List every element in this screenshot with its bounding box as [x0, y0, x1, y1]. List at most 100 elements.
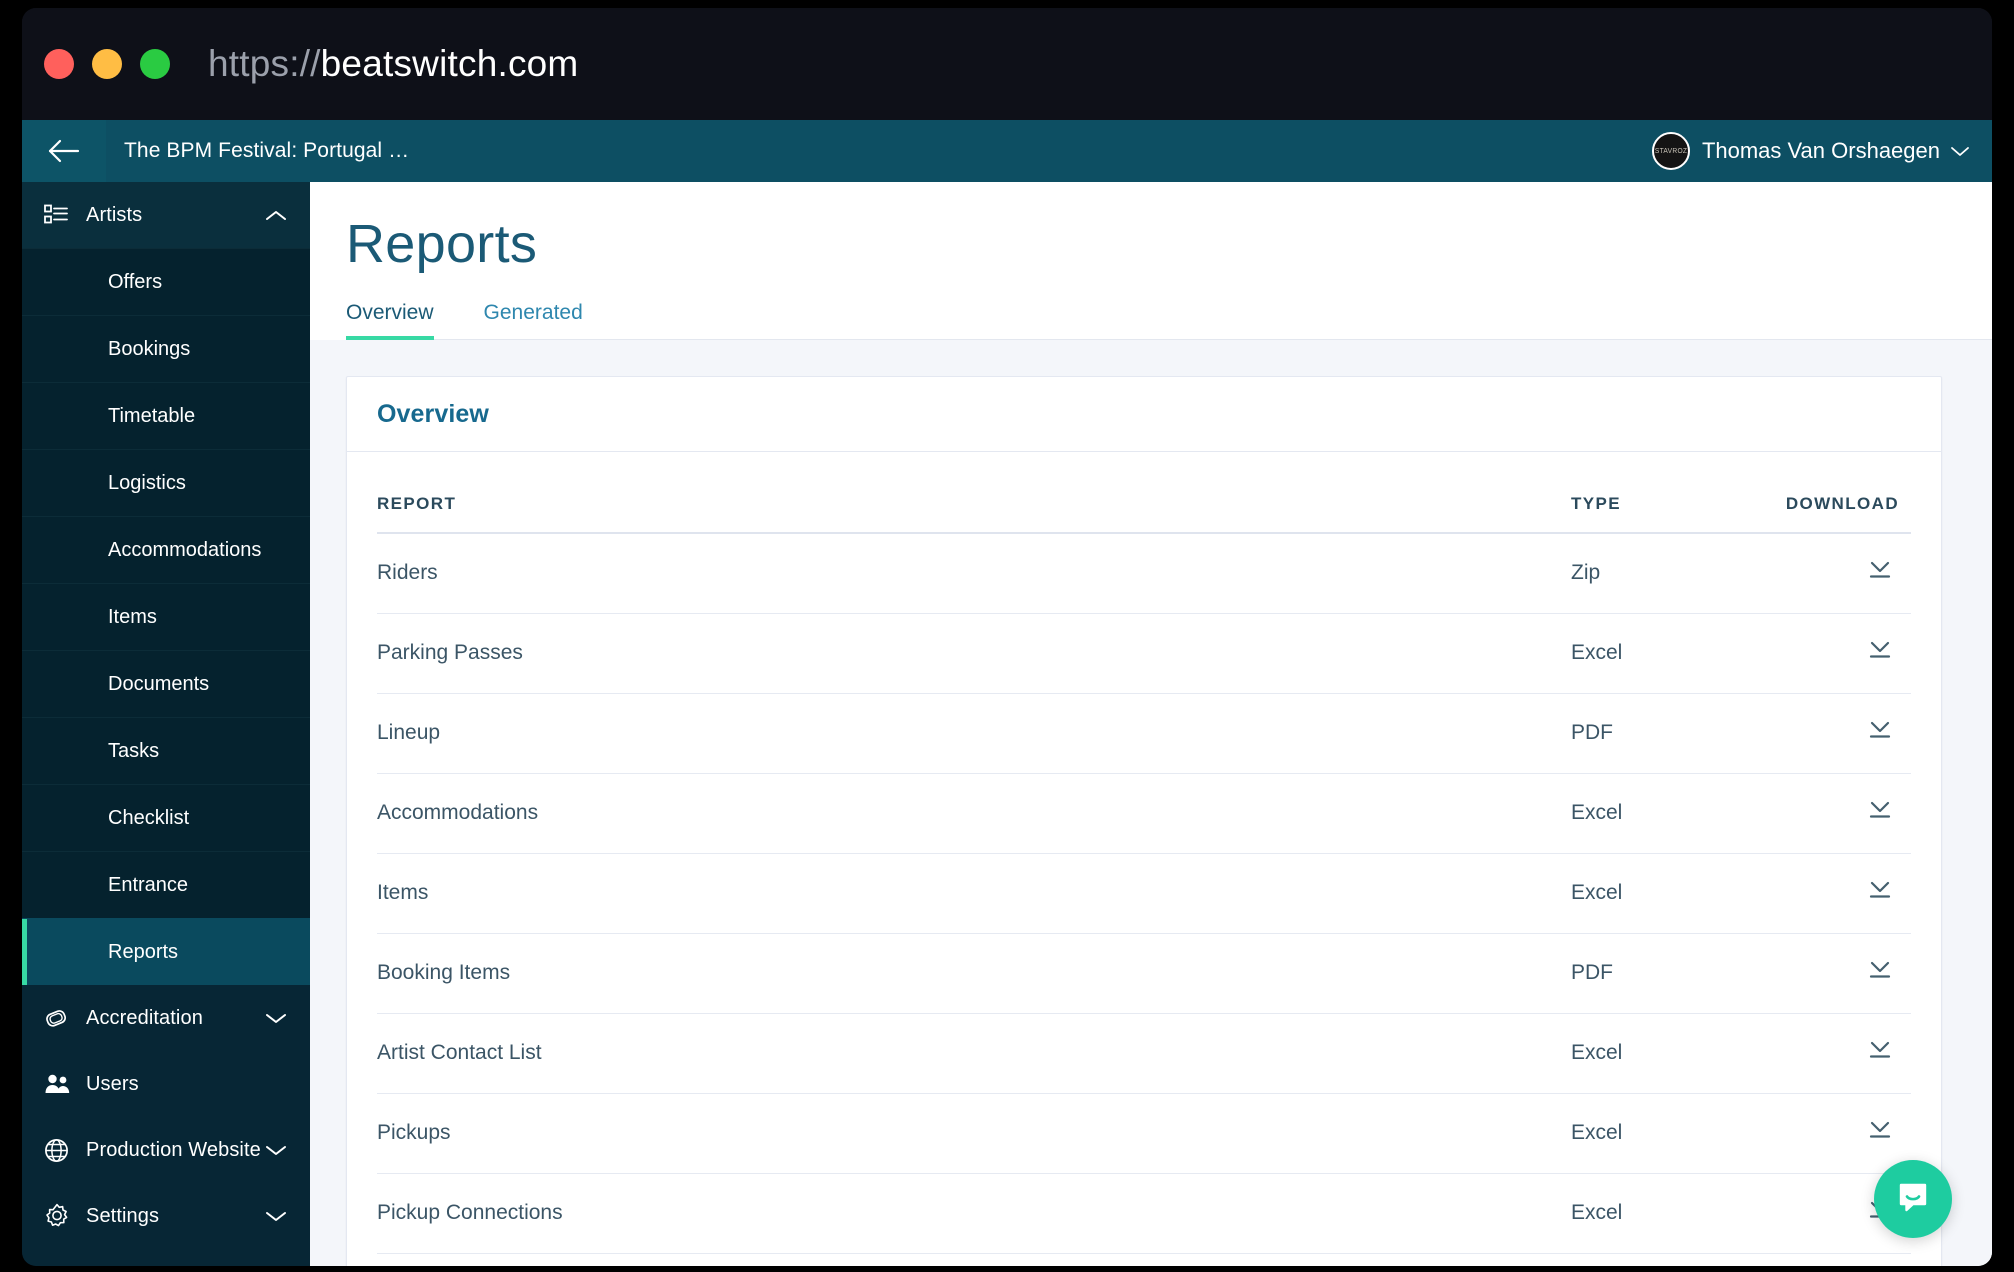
column-header-download: DOWNLOAD: [1721, 451, 1911, 534]
chevron-down-icon[interactable]: [264, 1143, 288, 1158]
download-icon[interactable]: [1867, 719, 1893, 741]
sidebar-item-timetable[interactable]: Timetable: [22, 382, 310, 449]
tab-bar: Overview Generated: [346, 301, 1992, 340]
minimize-window-button[interactable]: [92, 49, 122, 79]
cell-report-name: Parking Passes: [377, 613, 1571, 694]
content-area: Overview REPORT TYPE DOWNLOAD Riders Zip…: [310, 339, 1992, 1266]
festival-title[interactable]: The BPM Festival: Portugal …: [106, 120, 409, 182]
sidebar-item-label: Documents: [108, 672, 210, 695]
cell-report-type: Excel: [1571, 613, 1721, 694]
window-controls: [44, 49, 170, 79]
chevron-down-icon[interactable]: [264, 1011, 288, 1026]
cell-report-type: PDF: [1571, 693, 1721, 774]
sidebar: Artists Offers Bookings Timetable Logist…: [22, 182, 310, 1266]
cell-report-type: Excel: [1571, 1173, 1721, 1254]
cell-report-name: Pickups: [377, 1093, 1571, 1174]
browser-titlebar: https://beatswitch.com: [22, 8, 1992, 120]
sidebar-item-documents[interactable]: Documents: [22, 650, 310, 717]
sidebar-item-offers[interactable]: Offers: [22, 248, 310, 315]
column-header-type: TYPE: [1571, 451, 1721, 534]
cell-report-name: Lineup: [377, 693, 1571, 774]
sidebar-group-label: Users: [86, 1072, 139, 1095]
list-icon: [44, 204, 86, 226]
cell-report-name: Accommodations: [377, 773, 1571, 854]
sidebar-item-logistics[interactable]: Logistics: [22, 449, 310, 516]
sidebar-item-label: Bookings: [108, 337, 191, 360]
sidebar-item-label: Offers: [108, 270, 163, 293]
gear-icon: [44, 1203, 86, 1229]
cell-download: [1721, 853, 1911, 934]
reports-table: REPORT TYPE DOWNLOAD Riders Zip Parking …: [377, 451, 1911, 1266]
tab-generated[interactable]: Generated: [484, 301, 597, 339]
sidebar-item-label: Reports: [108, 940, 179, 963]
sidebar-item-items[interactable]: Items: [22, 583, 310, 650]
sidebar-item-entrance[interactable]: Entrance: [22, 851, 310, 918]
users-icon: [44, 1073, 86, 1095]
sidebar-group-production-website[interactable]: Production Website: [22, 1117, 310, 1183]
url-host: beatswitch.com: [320, 43, 579, 84]
download-icon[interactable]: [1867, 879, 1893, 901]
sidebar-group-artists[interactable]: Artists: [22, 182, 310, 248]
close-window-button[interactable]: [44, 49, 74, 79]
cell-download: [1721, 1013, 1911, 1094]
cell-report-name: Driver Schedules: [377, 1253, 1571, 1266]
sidebar-group-label: Settings: [86, 1204, 160, 1227]
sidebar-group-label: Production Website: [86, 1138, 261, 1161]
sidebar-item-label: Logistics: [108, 471, 186, 494]
column-header-report: REPORT: [377, 451, 1571, 534]
sidebar-item-users[interactable]: Users: [22, 1051, 310, 1117]
sidebar-item-label: Accommodations: [108, 538, 262, 561]
table-row: Riders Zip: [377, 532, 1911, 614]
sidebar-item-checklist[interactable]: Checklist: [22, 784, 310, 851]
cell-download: [1721, 1093, 1911, 1174]
sidebar-item-label: Timetable: [108, 404, 196, 427]
download-icon[interactable]: [1867, 1119, 1893, 1141]
cell-report-name: Artist Contact List: [377, 1013, 1571, 1094]
cell-report-type: Excel: [1571, 773, 1721, 854]
maximize-window-button[interactable]: [140, 49, 170, 79]
cell-report-type: Excel: [1571, 1093, 1721, 1174]
chat-bubble-icon: [1893, 1177, 1933, 1222]
card-body: REPORT TYPE DOWNLOAD Riders Zip Parking …: [347, 451, 1941, 1266]
download-icon[interactable]: [1867, 1039, 1893, 1061]
sidebar-item-accommodations[interactable]: Accommodations: [22, 516, 310, 583]
tab-label: Overview: [346, 300, 434, 324]
sidebar-item-label: Entrance: [108, 873, 189, 896]
sidebar-item-reports[interactable]: Reports: [22, 918, 310, 985]
intercom-launcher-button[interactable]: [1874, 1160, 1952, 1238]
table-body: Riders Zip Parking Passes Excel Lineup P…: [377, 532, 1911, 1266]
table-row: Driver Schedules Zip: [377, 1253, 1911, 1266]
cell-download: [1721, 933, 1911, 1014]
app-body: Artists Offers Bookings Timetable Logist…: [22, 182, 1992, 1266]
user-menu[interactable]: STAVROZ Thomas Van Orshaegen: [1651, 120, 1992, 182]
sidebar-group-label: Accreditation: [86, 1006, 203, 1029]
badge-icon: [44, 1005, 86, 1031]
sidebar-item-bookings[interactable]: Bookings: [22, 315, 310, 382]
download-icon[interactable]: [1867, 959, 1893, 981]
table-row: Artist Contact List Excel: [377, 1013, 1911, 1094]
avatar: STAVROZ: [1651, 132, 1690, 170]
chevron-down-icon: [1950, 145, 1970, 158]
download-icon[interactable]: [1867, 559, 1893, 581]
sidebar-group-settings[interactable]: Settings: [22, 1183, 310, 1249]
cell-download: [1721, 613, 1911, 694]
download-icon[interactable]: [1867, 639, 1893, 661]
sidebar-group-accreditation[interactable]: Accreditation: [22, 985, 310, 1051]
cell-download: [1721, 693, 1911, 774]
globe-icon: [44, 1138, 86, 1163]
cell-report-type: Excel: [1571, 853, 1721, 934]
cell-report-type: Excel: [1571, 1013, 1721, 1094]
chevron-down-icon[interactable]: [264, 1209, 288, 1224]
back-button[interactable]: [22, 120, 106, 182]
tab-overview[interactable]: Overview: [346, 300, 448, 340]
download-icon[interactable]: [1867, 799, 1893, 821]
table-row: Lineup PDF: [377, 693, 1911, 774]
sidebar-item-tasks[interactable]: Tasks: [22, 717, 310, 784]
cell-download: [1721, 532, 1911, 614]
sidebar-group-label: Artists: [86, 203, 143, 226]
cell-report-type: Zip: [1571, 1253, 1721, 1266]
cell-report-type: PDF: [1571, 933, 1721, 1014]
chevron-up-icon[interactable]: [264, 208, 288, 223]
table-row: Pickup Connections Excel: [377, 1173, 1911, 1254]
address-bar[interactable]: https://beatswitch.com: [208, 43, 578, 85]
